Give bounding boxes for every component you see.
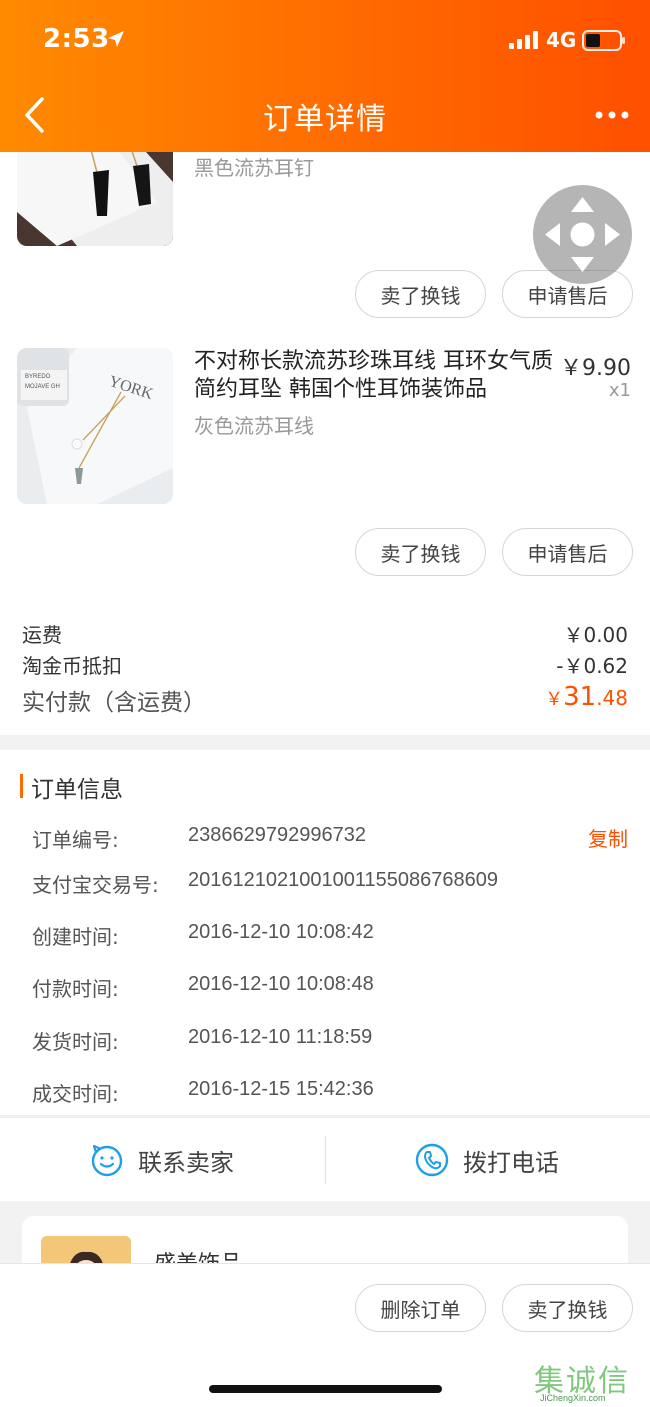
copy-order-number-button[interactable]: 复制 <box>588 823 628 852</box>
dpad-icon <box>545 197 620 272</box>
after-sale-button-2[interactable]: 申请售后 <box>502 528 633 576</box>
product-image-2: BYREDO MOJAVE GH YORK <box>17 348 173 504</box>
completed-time-value: 2016-12-15 15:42:36 <box>188 1078 374 1100</box>
shipped-time-label: 发货时间: <box>32 1030 119 1054</box>
alipay-trade-value: 2016121021001001155086768609 <box>188 869 498 891</box>
created-time-value: 2016-12-10 10:08:42 <box>188 921 374 943</box>
page-title: 订单详情 <box>263 102 387 137</box>
bottom-action-bar: 删除订单 卖了换钱 集诚信 JiChengXin.com <box>0 1263 650 1407</box>
section-accent-bar <box>20 774 23 798</box>
order-info-section: 订单信息 复制 订单编号: 2386629792996732 支付宝交易号: 2… <box>0 750 650 1115</box>
call-phone-label: 拨打电话 <box>463 1148 559 1177</box>
shipped-time-value: 2016-12-10 11:18:59 <box>188 1026 373 1048</box>
order-number-label: 订单编号: <box>32 828 119 852</box>
contact-bar: 联系卖家 拨打电话 <box>0 1117 650 1201</box>
sell-button-1[interactable]: 卖了换钱 <box>355 270 486 318</box>
contact-divider <box>325 1136 326 1184</box>
shipping-label: 运费 <box>22 623 62 647</box>
chat-smile-icon <box>91 1144 123 1177</box>
paid-decimal: .48 <box>596 686 628 710</box>
shipping-value: ￥0.00 <box>563 623 628 647</box>
product-2-price: ￥9.90 <box>560 356 631 381</box>
svg-text:MOJAVE GH: MOJAVE GH <box>25 384 60 390</box>
paid-integer: 31 <box>563 682 597 712</box>
product-2-quantity: x1 <box>608 380 631 401</box>
contact-seller-button[interactable]: 联系卖家 <box>90 1118 234 1202</box>
location-arrow-icon <box>108 31 124 47</box>
home-indicator[interactable] <box>209 1385 442 1393</box>
header: 2:53 4G 订单详情 <box>0 0 650 152</box>
paid-currency: ￥ <box>545 689 564 710</box>
completed-time-label: 成交时间: <box>32 1082 119 1106</box>
alipay-trade-label: 支付宝交易号: <box>32 873 159 897</box>
product-2-variant: 灰色流苏耳线 <box>194 414 314 438</box>
product-image-1 <box>17 142 173 246</box>
sell-button-2[interactable]: 卖了换钱 <box>355 528 486 576</box>
status-time: 2:53 <box>43 24 110 54</box>
product-1-variant: 黑色流苏耳钉 <box>194 156 314 180</box>
coin-deduction-value: -￥0.62 <box>556 654 628 678</box>
watermark-logo: 集诚信 JiChengXin.com <box>534 1356 646 1404</box>
coin-deduction-label: 淘金币抵扣 <box>22 654 122 678</box>
order-info-title: 订单信息 <box>31 777 123 803</box>
signal-icon <box>509 31 538 49</box>
delete-order-button[interactable]: 删除订单 <box>355 1284 486 1332</box>
product-thumbnail-pearl-earring[interactable]: BYREDO MOJAVE GH YORK <box>17 348 173 504</box>
order-number-value: 2386629792996732 <box>188 824 366 846</box>
created-time-label: 创建时间: <box>32 925 119 949</box>
network-type: 4G <box>546 28 577 52</box>
svg-text:BYREDO: BYREDO <box>25 374 51 380</box>
paid-amount-label: 实付款（含运费） <box>22 690 206 716</box>
watermark-subtext: JiChengXin.com <box>540 1393 606 1403</box>
paid-amount-value: ￥31.48 <box>545 682 628 712</box>
call-phone-button[interactable]: 拨打电话 <box>415 1118 559 1202</box>
phone-icon <box>415 1143 449 1177</box>
sell-for-cash-button[interactable]: 卖了换钱 <box>502 1284 633 1332</box>
paid-time-label: 付款时间: <box>32 977 119 1001</box>
assistive-touch-button[interactable] <box>533 185 632 284</box>
paid-time-value: 2016-12-10 10:08:48 <box>188 973 374 995</box>
product-2-name[interactable]: 不对称长款流苏珍珠耳线 耳环女气质简约耳坠 韩国个性耳饰装饰品 <box>194 348 554 404</box>
contact-seller-label: 联系卖家 <box>138 1148 234 1177</box>
product-thumbnail-black-tassel[interactable] <box>17 142 173 246</box>
more-icon[interactable] <box>594 110 630 120</box>
battery-icon <box>582 30 625 51</box>
